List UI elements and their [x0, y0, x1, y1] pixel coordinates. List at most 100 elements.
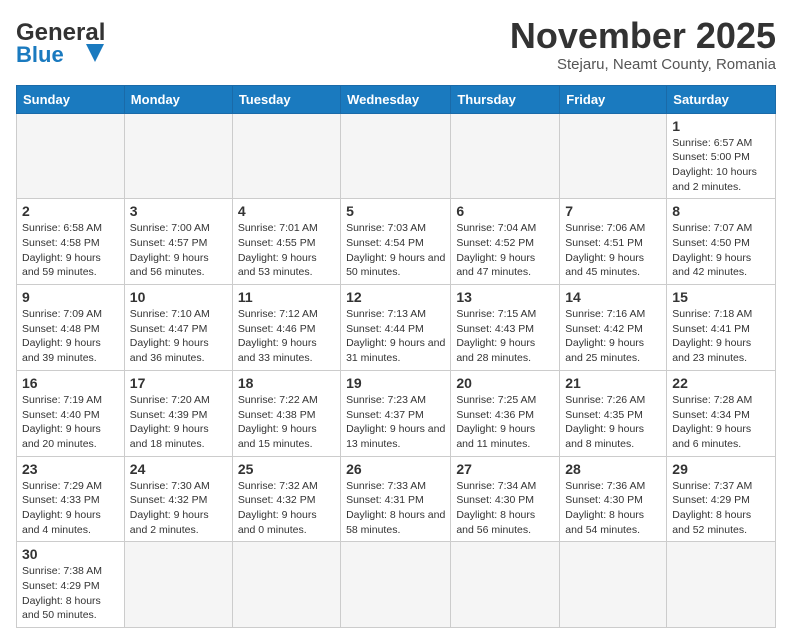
calendar-cell: 30 Sunrise: 7:38 AM Sunset: 4:29 PM Dayli…	[17, 542, 125, 628]
day-number: 22	[672, 375, 770, 391]
day-number: 27	[456, 461, 554, 477]
day-number: 29	[672, 461, 770, 477]
calendar-cell	[341, 542, 451, 628]
day-info: Sunrise: 7:13 AM Sunset: 4:44 PM Dayligh…	[346, 307, 445, 366]
title-area: November 2025 Stejaru, Neamt County, Rom…	[510, 16, 776, 73]
calendar-cell: 5 Sunrise: 7:03 AM Sunset: 4:54 PM Daylig…	[341, 199, 451, 285]
day-info: Sunrise: 7:38 AM Sunset: 4:29 PM Dayligh…	[22, 564, 119, 623]
day-number: 28	[565, 461, 661, 477]
calendar-cell: 2 Sunrise: 6:58 AM Sunset: 4:58 PM Daylig…	[17, 199, 125, 285]
calendar-week-row: 1 Sunrise: 6:57 AM Sunset: 5:00 PM Daylig…	[17, 113, 776, 199]
calendar-cell: 28 Sunrise: 7:36 AM Sunset: 4:30 PM Dayli…	[560, 456, 667, 542]
day-info: Sunrise: 7:28 AM Sunset: 4:34 PM Dayligh…	[672, 393, 770, 452]
day-number: 13	[456, 289, 554, 305]
calendar-cell	[451, 113, 560, 199]
day-number: 25	[238, 461, 335, 477]
day-info: Sunrise: 7:19 AM Sunset: 4:40 PM Dayligh…	[22, 393, 119, 452]
day-number: 5	[346, 203, 445, 219]
day-number: 17	[130, 375, 227, 391]
day-number: 4	[238, 203, 335, 219]
calendar-cell: 9 Sunrise: 7:09 AM Sunset: 4:48 PM Daylig…	[17, 285, 125, 371]
calendar-table: SundayMondayTuesdayWednesdayThursdayFrid…	[16, 85, 776, 629]
calendar-cell: 1 Sunrise: 6:57 AM Sunset: 5:00 PM Daylig…	[667, 113, 776, 199]
day-number: 9	[22, 289, 119, 305]
calendar-cell: 17 Sunrise: 7:20 AM Sunset: 4:39 PM Dayli…	[124, 370, 232, 456]
calendar-cell: 7 Sunrise: 7:06 AM Sunset: 4:51 PM Daylig…	[560, 199, 667, 285]
day-number: 6	[456, 203, 554, 219]
day-info: Sunrise: 7:34 AM Sunset: 4:30 PM Dayligh…	[456, 479, 554, 538]
logo: GeneralBlue	[16, 16, 126, 66]
calendar-cell: 29Sunrise: 7:37 AM Sunset: 4:29 PM Dayli…	[667, 456, 776, 542]
calendar-cell: 27 Sunrise: 7:34 AM Sunset: 4:30 PM Dayli…	[451, 456, 560, 542]
calendar-cell: 21 Sunrise: 7:26 AM Sunset: 4:35 PM Dayli…	[560, 370, 667, 456]
day-info: Sunrise: 7:25 AM Sunset: 4:36 PM Dayligh…	[456, 393, 554, 452]
calendar-cell: 19Sunrise: 7:23 AM Sunset: 4:37 PM Dayli…	[341, 370, 451, 456]
day-number: 3	[130, 203, 227, 219]
weekday-header-row: SundayMondayTuesdayWednesdayThursdayFrid…	[17, 85, 776, 113]
day-info: Sunrise: 7:18 AM Sunset: 4:41 PM Dayligh…	[672, 307, 770, 366]
day-info: Sunrise: 7:26 AM Sunset: 4:35 PM Dayligh…	[565, 393, 661, 452]
calendar-cell	[232, 113, 340, 199]
day-info: Sunrise: 7:22 AM Sunset: 4:38 PM Dayligh…	[238, 393, 335, 452]
day-number: 18	[238, 375, 335, 391]
calendar-cell: 13 Sunrise: 7:15 AM Sunset: 4:43 PM Dayli…	[451, 285, 560, 371]
day-number: 19	[346, 375, 445, 391]
day-info: Sunrise: 7:33 AM Sunset: 4:31 PM Dayligh…	[346, 479, 445, 538]
day-number: 20	[456, 375, 554, 391]
day-number: 10	[130, 289, 227, 305]
day-info: Sunrise: 7:06 AM Sunset: 4:51 PM Dayligh…	[565, 221, 661, 280]
calendar-cell	[232, 542, 340, 628]
day-info: Sunrise: 6:57 AM Sunset: 5:00 PM Dayligh…	[672, 136, 770, 195]
calendar-cell	[124, 113, 232, 199]
svg-text:Blue: Blue	[16, 42, 64, 66]
day-info: Sunrise: 7:12 AM Sunset: 4:46 PM Dayligh…	[238, 307, 335, 366]
calendar-cell: 11 Sunrise: 7:12 AM Sunset: 4:46 PM Dayli…	[232, 285, 340, 371]
calendar-cell: 20 Sunrise: 7:25 AM Sunset: 4:36 PM Dayli…	[451, 370, 560, 456]
day-info: Sunrise: 7:32 AM Sunset: 4:32 PM Dayligh…	[238, 479, 335, 538]
weekday-header-saturday: Saturday	[667, 85, 776, 113]
day-number: 24	[130, 461, 227, 477]
calendar-cell	[560, 113, 667, 199]
page-header: GeneralBlue November 2025 Stejaru, Neamt…	[16, 16, 776, 73]
calendar-cell: 12Sunrise: 7:13 AM Sunset: 4:44 PM Dayli…	[341, 285, 451, 371]
day-number: 30	[22, 546, 119, 562]
day-number: 8	[672, 203, 770, 219]
day-info: Sunrise: 7:03 AM Sunset: 4:54 PM Dayligh…	[346, 221, 445, 280]
calendar-week-row: 30 Sunrise: 7:38 AM Sunset: 4:29 PM Dayli…	[17, 542, 776, 628]
calendar-cell: 23Sunrise: 7:29 AM Sunset: 4:33 PM Dayli…	[17, 456, 125, 542]
day-info: Sunrise: 7:15 AM Sunset: 4:43 PM Dayligh…	[456, 307, 554, 366]
day-number: 7	[565, 203, 661, 219]
calendar-cell: 18 Sunrise: 7:22 AM Sunset: 4:38 PM Dayli…	[232, 370, 340, 456]
weekday-header-sunday: Sunday	[17, 85, 125, 113]
day-info: Sunrise: 7:36 AM Sunset: 4:30 PM Dayligh…	[565, 479, 661, 538]
day-number: 1	[672, 118, 770, 134]
calendar-cell: 8 Sunrise: 7:07 AM Sunset: 4:50 PM Daylig…	[667, 199, 776, 285]
logo-container: GeneralBlue	[16, 16, 126, 66]
day-info: Sunrise: 6:58 AM Sunset: 4:58 PM Dayligh…	[22, 221, 119, 280]
day-info: Sunrise: 7:04 AM Sunset: 4:52 PM Dayligh…	[456, 221, 554, 280]
weekday-header-wednesday: Wednesday	[341, 85, 451, 113]
calendar-cell: 26 Sunrise: 7:33 AM Sunset: 4:31 PM Dayli…	[341, 456, 451, 542]
day-number: 26	[346, 461, 445, 477]
weekday-header-monday: Monday	[124, 85, 232, 113]
day-info: Sunrise: 7:07 AM Sunset: 4:50 PM Dayligh…	[672, 221, 770, 280]
calendar-cell	[560, 542, 667, 628]
calendar-week-row: 16Sunrise: 7:19 AM Sunset: 4:40 PM Dayli…	[17, 370, 776, 456]
calendar-cell	[451, 542, 560, 628]
day-info: Sunrise: 7:20 AM Sunset: 4:39 PM Dayligh…	[130, 393, 227, 452]
day-number: 2	[22, 203, 119, 219]
day-number: 14	[565, 289, 661, 305]
day-number: 11	[238, 289, 335, 305]
calendar-week-row: 2 Sunrise: 6:58 AM Sunset: 4:58 PM Daylig…	[17, 199, 776, 285]
day-info: Sunrise: 7:01 AM Sunset: 4:55 PM Dayligh…	[238, 221, 335, 280]
day-number: 21	[565, 375, 661, 391]
weekday-header-thursday: Thursday	[451, 85, 560, 113]
calendar-cell: 10Sunrise: 7:10 AM Sunset: 4:47 PM Dayli…	[124, 285, 232, 371]
day-info: Sunrise: 7:09 AM Sunset: 4:48 PM Dayligh…	[22, 307, 119, 366]
day-number: 15	[672, 289, 770, 305]
calendar-cell: 25 Sunrise: 7:32 AM Sunset: 4:32 PM Dayli…	[232, 456, 340, 542]
day-info: Sunrise: 7:29 AM Sunset: 4:33 PM Dayligh…	[22, 479, 119, 538]
month-title: November 2025	[510, 16, 776, 56]
calendar-cell: 16Sunrise: 7:19 AM Sunset: 4:40 PM Dayli…	[17, 370, 125, 456]
calendar-week-row: 9 Sunrise: 7:09 AM Sunset: 4:48 PM Daylig…	[17, 285, 776, 371]
